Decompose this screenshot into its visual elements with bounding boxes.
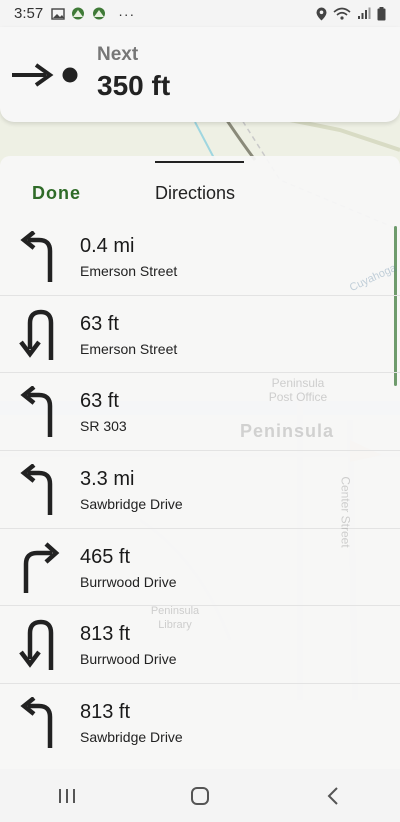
step-distance: 813 ft bbox=[80, 700, 131, 723]
app-notification-icon-2 bbox=[93, 7, 106, 20]
step-street: Emerson Street bbox=[80, 262, 178, 279]
step-street: Burrwood Drive bbox=[80, 573, 177, 590]
home-icon bbox=[190, 786, 209, 805]
recent-apps-button[interactable] bbox=[37, 776, 97, 816]
step-street: Sawbridge Drive bbox=[80, 495, 183, 512]
arrow-right-to-point-icon bbox=[0, 27, 80, 122]
sheet-header: Done Directions bbox=[0, 156, 400, 218]
direction-step[interactable]: 63 ft Emerson Street bbox=[0, 296, 400, 374]
step-street: SR 303 bbox=[80, 418, 127, 435]
back-icon bbox=[327, 786, 339, 805]
u-turn-icon bbox=[0, 296, 80, 373]
recent-apps-icon bbox=[58, 788, 75, 803]
directions-sheet: Done Directions 0.4 mi Emerson Street 63… bbox=[0, 156, 400, 769]
back-button[interactable] bbox=[303, 776, 363, 816]
step-distance: 0.4 mi bbox=[80, 234, 135, 257]
turn-right-icon bbox=[0, 529, 80, 606]
notification-icons: ··· bbox=[51, 6, 135, 22]
step-distance: 813 ft bbox=[80, 623, 131, 646]
sheet-title: Directions bbox=[155, 183, 236, 203]
system-nav-bar bbox=[0, 769, 400, 822]
battery-icon bbox=[377, 6, 386, 20]
next-turn-card[interactable]: Next 350 ft bbox=[0, 27, 400, 122]
step-distance: 3.3 mi bbox=[80, 467, 135, 490]
next-distance: 350 ft bbox=[97, 69, 171, 101]
directions-list: 0.4 mi Emerson Street 63 ft Emerson Stre… bbox=[0, 218, 400, 762]
step-distance: 465 ft bbox=[80, 545, 131, 568]
step-street: Emerson Street bbox=[80, 340, 178, 357]
done-button[interactable]: Done bbox=[32, 183, 81, 204]
direction-step[interactable]: 465 ft Burrwood Drive bbox=[0, 529, 400, 607]
next-label: Next bbox=[97, 43, 139, 65]
signal-icon bbox=[358, 7, 371, 19]
turn-left-icon bbox=[0, 684, 80, 761]
wifi-icon bbox=[333, 7, 351, 20]
turn-left-icon bbox=[0, 218, 80, 295]
turn-left-icon bbox=[0, 451, 80, 528]
direction-step[interactable]: 813 ft Sawbridge Drive bbox=[0, 684, 400, 762]
direction-step[interactable]: 3.3 mi Sawbridge Drive bbox=[0, 451, 400, 529]
direction-step[interactable]: 813 ft Burrwood Drive bbox=[0, 606, 400, 685]
location-icon bbox=[316, 7, 327, 20]
more-notifications: ··· bbox=[118, 5, 136, 22]
u-turn-icon bbox=[0, 607, 80, 684]
step-street: Sawbridge Drive bbox=[80, 728, 183, 745]
step-street: Burrwood Drive bbox=[80, 651, 177, 668]
status-time: 3:57 bbox=[14, 5, 44, 22]
app-notification-icon bbox=[72, 7, 85, 20]
step-distance: 63 ft bbox=[80, 390, 119, 413]
status-bar: 3:57 ··· bbox=[0, 0, 400, 27]
gallery-icon bbox=[51, 7, 65, 20]
step-distance: 63 ft bbox=[80, 312, 119, 335]
turn-left-icon bbox=[0, 374, 80, 451]
direction-step[interactable]: 63 ft SR 303 bbox=[0, 373, 400, 452]
direction-step[interactable]: 0.4 mi Emerson Street bbox=[0, 218, 400, 296]
home-button[interactable] bbox=[170, 776, 230, 816]
